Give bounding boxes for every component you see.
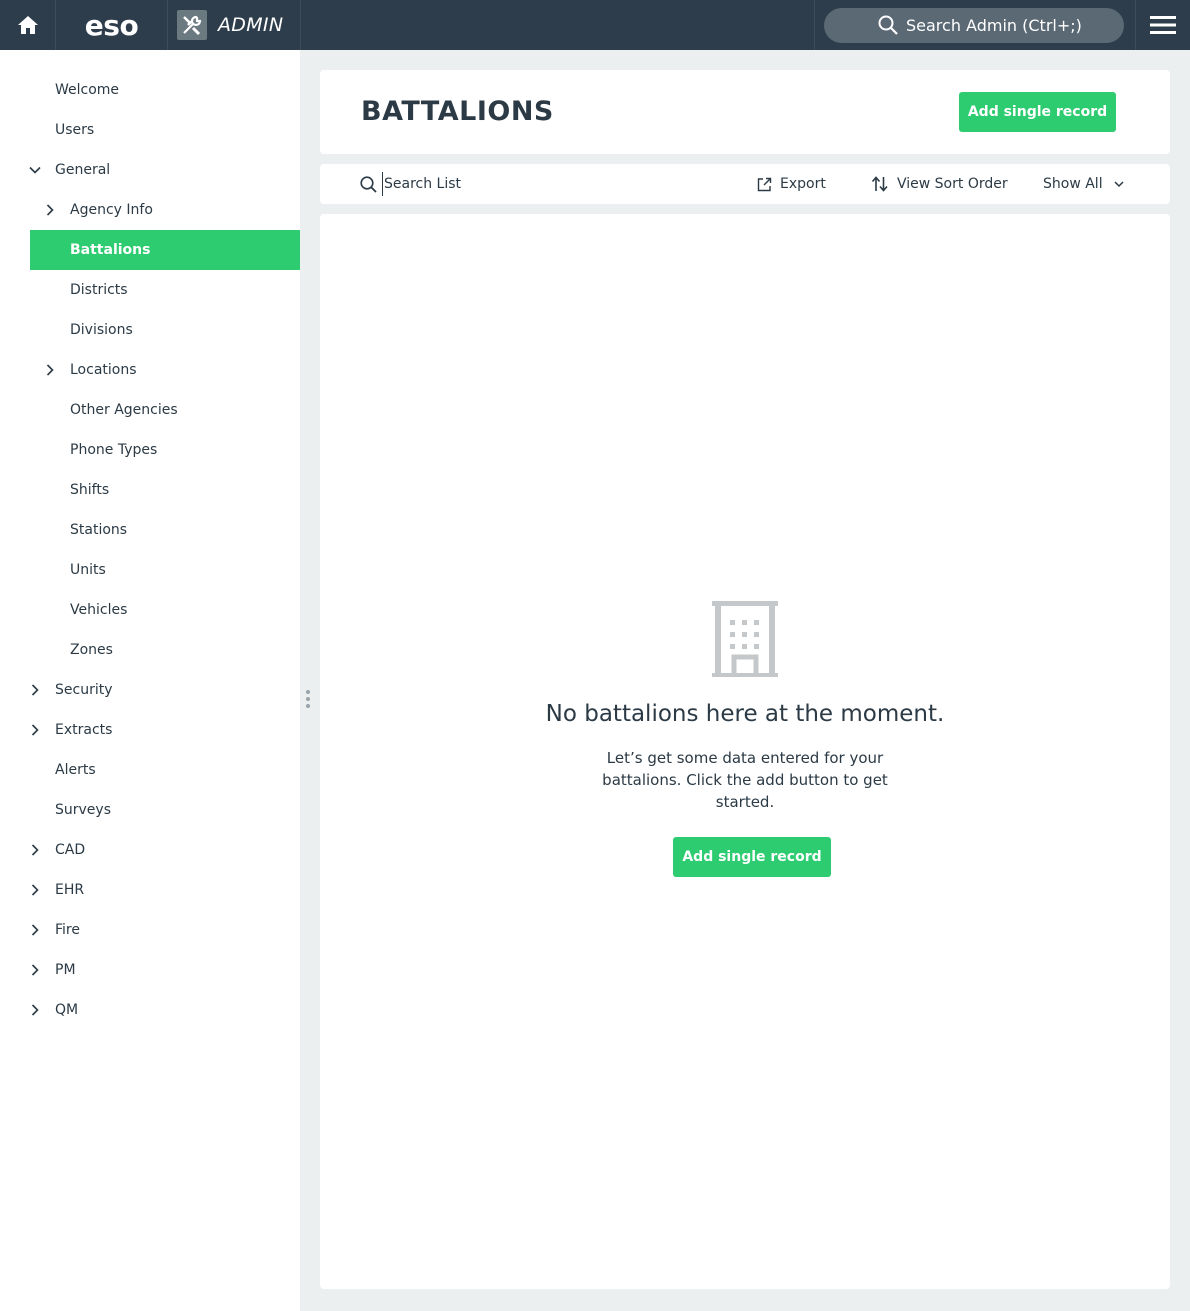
sidebar-item-battalions[interactable]: Battalions	[30, 230, 300, 270]
chevron-right-icon	[31, 1004, 39, 1016]
sidebar-item-stations[interactable]: Stations	[0, 510, 300, 550]
sidebar-item-extracts[interactable]: Extracts	[0, 710, 300, 750]
sidebar-item-units[interactable]: Units	[0, 550, 300, 590]
admin-search-button[interactable]: Search Admin (Ctrl+;)	[824, 8, 1124, 43]
empty-state-title: No battalions here at the moment.	[545, 701, 945, 727]
main-menu-button[interactable]	[1136, 0, 1190, 50]
sidebar-item-qm[interactable]: QM	[0, 990, 300, 1030]
sort-icon	[871, 176, 888, 192]
top-bar: eso ADMIN Search Admin (Ctrl+;)	[0, 0, 1190, 50]
search-icon	[360, 176, 377, 193]
sidebar-item-vehicles[interactable]: Vehicles	[0, 590, 300, 630]
sidebar-item-alerts[interactable]: Alerts	[0, 750, 300, 790]
list-content: No battalions here at the moment. Let’s …	[320, 214, 1170, 1289]
hamburger-icon	[1150, 16, 1176, 34]
sidebar-item-agency-info[interactable]: Agency Info	[0, 190, 300, 230]
home-button[interactable]	[0, 0, 56, 50]
page-header: BATTALIONS Add single record	[320, 70, 1170, 154]
search-icon	[878, 15, 898, 35]
chevron-down-icon	[29, 166, 41, 174]
chevron-right-icon	[31, 964, 39, 976]
chevron-right-icon	[31, 844, 39, 856]
sidebar-item-divisions[interactable]: Divisions	[0, 310, 300, 350]
sidebar-item-districts[interactable]: Districts	[0, 270, 300, 310]
sidebar-item-ehr[interactable]: EHR	[0, 870, 300, 910]
sidebar-item-pm[interactable]: PM	[0, 950, 300, 990]
home-icon	[17, 16, 38, 34]
sidebar-item-general[interactable]: General	[0, 150, 300, 190]
export-icon	[757, 177, 772, 191]
admin-search-label: Search Admin (Ctrl+;)	[906, 16, 1082, 35]
chevron-right-icon	[31, 684, 39, 696]
sidebar-item-locations[interactable]: Locations	[0, 350, 300, 390]
chevron-right-icon	[46, 204, 54, 216]
chevron-right-icon	[31, 724, 39, 736]
sidebar-item-fire[interactable]: Fire	[0, 910, 300, 950]
export-button[interactable]: Export	[757, 164, 826, 204]
sidebar-item-phone-types[interactable]: Phone Types	[0, 430, 300, 470]
sidebar-item-zones[interactable]: Zones	[0, 630, 300, 670]
sidebar-item-surveys[interactable]: Surveys	[0, 790, 300, 830]
sidebar-item-users[interactable]: Users	[0, 110, 300, 150]
search-list-input[interactable]	[382, 172, 662, 196]
show-all-dropdown[interactable]: Show All	[1043, 164, 1125, 204]
sidebar-item-welcome[interactable]: Welcome	[0, 70, 300, 110]
chevron-right-icon	[31, 924, 39, 936]
chevron-right-icon	[31, 884, 39, 896]
admin-label: ADMIN	[218, 14, 284, 36]
add-single-record-button[interactable]: Add single record	[959, 92, 1116, 132]
building-icon	[712, 601, 778, 677]
page-title: BATTALIONS	[361, 96, 554, 127]
sidebar-item-security[interactable]: Security	[0, 670, 300, 710]
view-sort-order-button[interactable]: View Sort Order	[871, 164, 1008, 204]
sidebar-item-other-agencies[interactable]: Other Agencies	[0, 390, 300, 430]
admin-app-switcher[interactable]: ADMIN	[168, 0, 300, 50]
list-toolbar: Export View Sort Order Show All	[320, 164, 1170, 204]
sidebar-resize-handle[interactable]	[306, 690, 312, 714]
chevron-right-icon	[46, 364, 54, 376]
empty-state-description: Let’s get some data entered for your bat…	[602, 749, 888, 811]
tools-icon	[177, 10, 207, 40]
sidebar: Welcome Users General Agency Info Battal…	[0, 50, 300, 1311]
empty-add-single-record-button[interactable]: Add single record	[673, 837, 831, 877]
eso-logo[interactable]: eso	[56, 0, 168, 50]
sidebar-item-shifts[interactable]: Shifts	[0, 470, 300, 510]
sidebar-item-cad[interactable]: CAD	[0, 830, 300, 870]
chevron-down-icon	[1114, 181, 1124, 188]
